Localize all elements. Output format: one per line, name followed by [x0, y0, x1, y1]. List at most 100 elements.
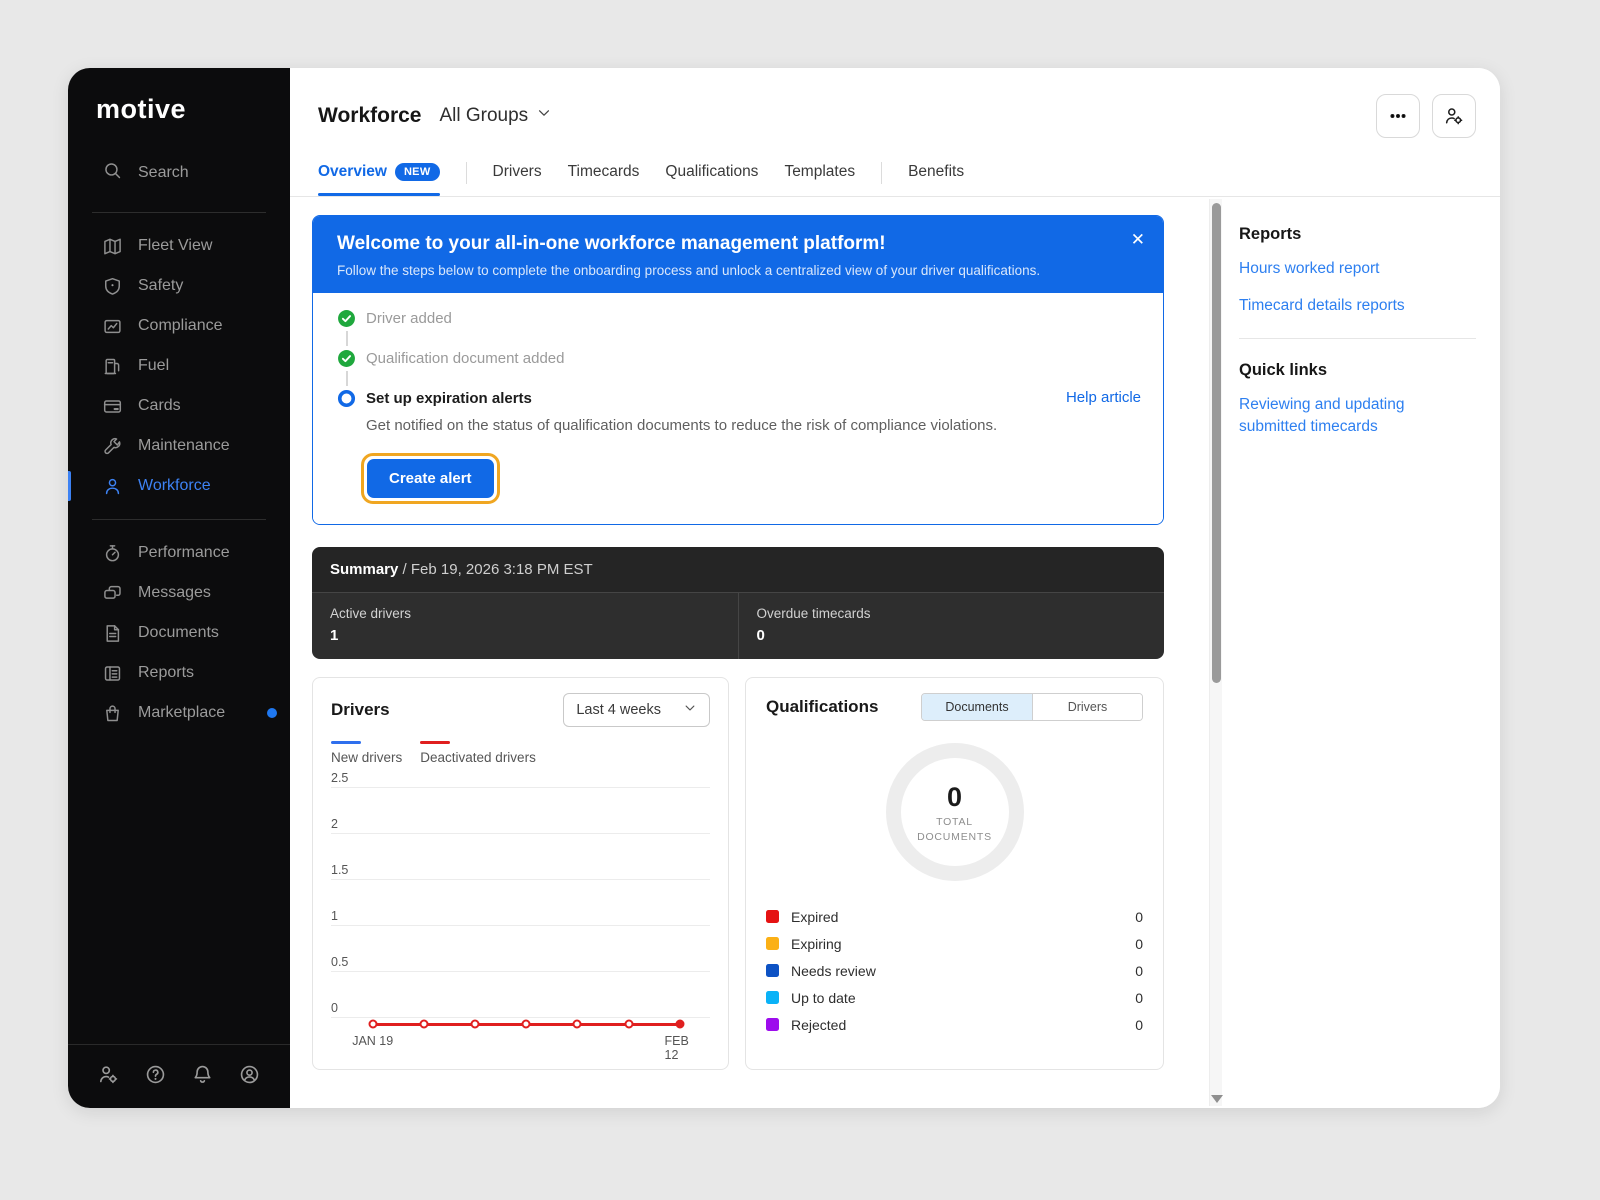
quick-link[interactable]: Reviewing and updating submitted timecar…	[1239, 394, 1449, 439]
tab-label: Benefits	[908, 163, 964, 181]
tab-divider	[881, 162, 882, 184]
toggle-documents[interactable]: Documents	[922, 694, 1032, 720]
qualifications-card-title: Qualifications	[766, 697, 878, 717]
date-range-select[interactable]: Last 4 weeks	[563, 693, 710, 727]
onboarding-step: Driver added	[337, 309, 1141, 328]
legend-label: Expired	[791, 909, 838, 925]
scrollbar-down-arrow[interactable]	[1211, 1095, 1223, 1103]
summary-header: Summary / Feb 19, 2026 3:18 PM EST	[312, 547, 1164, 592]
drivers-card-title: Drivers	[331, 700, 390, 720]
step-connector	[346, 371, 348, 386]
drivers-chart-legend: New driversDeactivated drivers	[331, 741, 710, 765]
legend-item: Deactivated drivers	[420, 741, 536, 765]
tab-label: Drivers	[493, 163, 542, 181]
y-axis-tick: 1	[331, 909, 338, 923]
sidebar-nav-bottom: Performance Messages DocumentsReportsMarke…	[68, 533, 290, 733]
step-description: Get notified on the status of qualificat…	[366, 414, 1016, 437]
sidebar-item-fleet-view[interactable]: Fleet View	[68, 226, 290, 266]
close-icon[interactable]: ✕	[1131, 230, 1145, 250]
sidebar-item-documents[interactable]: Documents	[68, 613, 290, 653]
sidebar-item-safety[interactable]: Safety	[68, 266, 290, 306]
user-settings-icon	[98, 1064, 119, 1085]
bag-icon	[103, 704, 122, 723]
sidebar-nav-top: Fleet ViewSafetyCompliance Fuel Cards Maint…	[68, 226, 290, 506]
drivers-line-chart: 2.521.510.50JAN 19FEB 12	[331, 773, 710, 1035]
tab-templates[interactable]: Templates	[784, 163, 855, 195]
user-settings-button[interactable]	[1432, 94, 1476, 138]
sidebar-item-fuel[interactable]: Fuel	[68, 346, 290, 386]
data-point	[368, 1020, 377, 1029]
tab-divider	[466, 162, 467, 184]
donut-caption: TOTAL	[936, 816, 973, 828]
help-article-link[interactable]: Help article	[1066, 389, 1141, 406]
help-button[interactable]	[145, 1064, 166, 1090]
y-axis-tick: 2	[331, 817, 338, 831]
sidebar-item-marketplace[interactable]: Marketplace	[68, 693, 290, 733]
wrench-icon	[103, 437, 122, 456]
legend-label: Needs review	[791, 963, 876, 979]
toggle-drivers[interactable]: Drivers	[1032, 694, 1142, 720]
account-icon	[239, 1064, 260, 1085]
sidebar: motive Search Fleet ViewSafetyCompliance…	[68, 68, 290, 1108]
tabs-row: OverviewNEW Drivers Timecards Qualification…	[290, 138, 1500, 197]
step-label: Set up expiration alerts	[366, 389, 532, 407]
report-link[interactable]: Timecard details reports	[1239, 295, 1449, 317]
x-axis-label: FEB 12	[665, 1034, 695, 1062]
group-selector[interactable]: All Groups	[439, 105, 552, 127]
legend-swatch	[420, 741, 450, 744]
more-options-button[interactable]	[1376, 94, 1420, 138]
user-settings-icon	[1444, 106, 1464, 126]
tab-timecards[interactable]: Timecards	[568, 163, 640, 195]
create-alert-button[interactable]: Create alert	[367, 459, 494, 498]
data-point	[522, 1020, 531, 1029]
banner-title: Welcome to your all-in-one workforce man…	[337, 233, 1141, 255]
qualifications-toggle: DocumentsDrivers	[921, 693, 1143, 721]
legend-swatch	[766, 937, 779, 950]
tab-qualifications[interactable]: Qualifications	[665, 163, 758, 195]
scroll-area: Welcome to your all-in-one workforce man…	[290, 197, 1209, 1108]
scrollbar-thumb[interactable]	[1212, 203, 1221, 683]
sidebar-item-label: Messages	[138, 584, 211, 602]
summary-stat: Overdue timecards0	[738, 593, 1165, 659]
create-alert-highlight-ring: Create alert	[361, 453, 500, 504]
sidebar-item-compliance[interactable]: Compliance	[68, 306, 290, 346]
tab-label: Timecards	[568, 163, 640, 181]
tab-label: Templates	[784, 163, 855, 181]
sidebar-item-performance[interactable]: Performance	[68, 533, 290, 573]
tab-overview[interactable]: OverviewNEW	[318, 163, 440, 195]
sidebar-item-messages[interactable]: Messages	[68, 573, 290, 613]
report-link[interactable]: Hours worked report	[1239, 258, 1449, 280]
stat-value: 1	[330, 627, 720, 644]
legend-label: Rejected	[791, 1017, 846, 1033]
summary-title: Summary	[330, 561, 398, 578]
gridline	[331, 833, 710, 834]
user-settings-button[interactable]	[98, 1064, 119, 1090]
donut-total-value: 0	[947, 782, 962, 813]
sidebar-item-label: Workforce	[138, 477, 211, 495]
fuel-icon	[103, 357, 122, 376]
legend-label: Expiring	[791, 936, 842, 952]
app-header: Workforce All Groups	[290, 68, 1500, 138]
tab-drivers[interactable]: Drivers	[493, 163, 542, 195]
summary-stat: Active drivers 1	[312, 593, 738, 659]
help-icon	[145, 1064, 166, 1085]
legend-swatch	[331, 741, 361, 744]
sidebar-item-workforce[interactable]: Workforce	[68, 466, 290, 506]
sidebar-item-label: Cards	[138, 397, 181, 415]
x-axis-label: JAN 19	[352, 1034, 393, 1048]
vertical-scrollbar[interactable]	[1209, 199, 1222, 1106]
sidebar-item-cards[interactable]: Cards	[68, 386, 290, 426]
sidebar-search[interactable]: Search	[68, 153, 290, 193]
legend-value: 0	[1135, 990, 1143, 1006]
tab-benefits[interactable]: Benefits	[908, 163, 964, 195]
sidebar-divider	[92, 212, 266, 213]
reports-heading: Reports	[1239, 225, 1476, 244]
qualification-legend-row: Expired0	[766, 903, 1143, 930]
account-button[interactable]	[239, 1064, 260, 1090]
stat-label: Active drivers	[330, 606, 720, 621]
map-icon	[103, 237, 122, 256]
sidebar-item-label: Fuel	[138, 357, 169, 375]
sidebar-item-reports[interactable]: Reports	[68, 653, 290, 693]
notifications-button[interactable]	[192, 1064, 213, 1090]
sidebar-item-maintenance[interactable]: Maintenance	[68, 426, 290, 466]
